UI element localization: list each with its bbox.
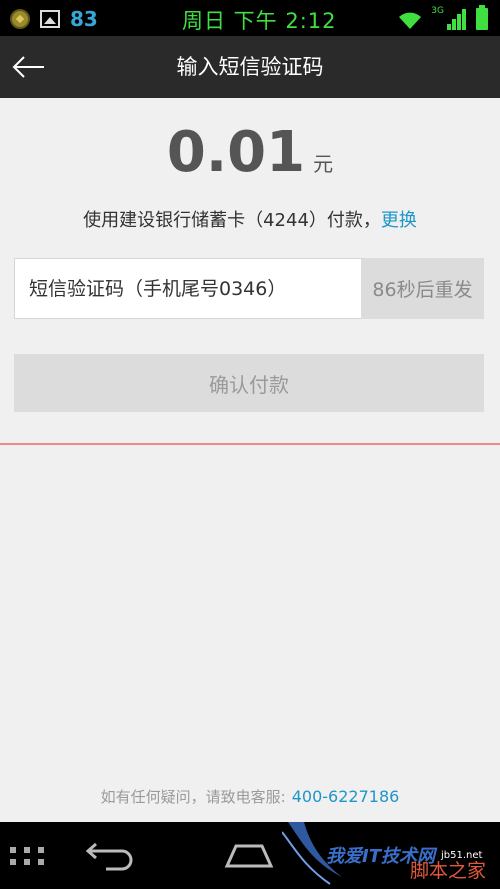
wifi-icon — [399, 12, 422, 29]
network-type: 3G — [431, 6, 444, 16]
navigation-bar: 我爱IT技术网 jb51.net 脚本之家 — [0, 822, 500, 889]
change-card-link[interactable]: 更换 — [381, 210, 417, 231]
arrow-left-icon — [12, 56, 44, 78]
status-left: 83 — [10, 7, 98, 31]
support-text: 如有任何疑问，请致电客服: — [100, 788, 286, 806]
resend-button[interactable]: 86秒后重发 — [361, 258, 484, 319]
status-bar: 83 周日 下午 2:12 3G — [0, 0, 500, 36]
card-text: 使用建设银行储蓄卡（4244）付款， — [83, 210, 381, 231]
support-info: 如有任何疑问，请致电客服: 400-6227186 — [0, 786, 500, 807]
support-phone-link[interactable]: 400-6227186 — [292, 787, 400, 806]
signal-icon — [446, 9, 466, 30]
watermark-text-2: 脚本之家 — [410, 860, 487, 882]
coin-icon — [10, 9, 30, 29]
notification-count: 83 — [70, 7, 98, 31]
confirm-payment-button[interactable]: 确认付款 — [14, 354, 484, 412]
sms-row: 86秒后重发 — [14, 258, 484, 319]
page-title: 输入短信验证码 — [176, 55, 324, 79]
status-time: 周日 下午 2:12 — [182, 9, 337, 33]
nav-home-icon[interactable] — [222, 840, 276, 870]
battery-icon — [476, 5, 488, 30]
amount-value: 0.01 — [166, 120, 306, 185]
title-bar: 输入短信验证码 — [0, 36, 500, 98]
card-info: 使用建设银行储蓄卡（4244）付款，更换 — [0, 206, 500, 232]
menu-icon[interactable] — [10, 847, 46, 867]
nav-back-icon[interactable] — [84, 836, 136, 872]
sms-code-input[interactable] — [14, 258, 361, 319]
amount-unit: 元 — [313, 152, 334, 176]
divider — [0, 443, 500, 445]
image-icon — [40, 10, 60, 28]
back-button[interactable] — [6, 46, 50, 88]
status-right: 3G — [397, 5, 488, 30]
payment-amount: 0.01 元 — [0, 120, 500, 185]
